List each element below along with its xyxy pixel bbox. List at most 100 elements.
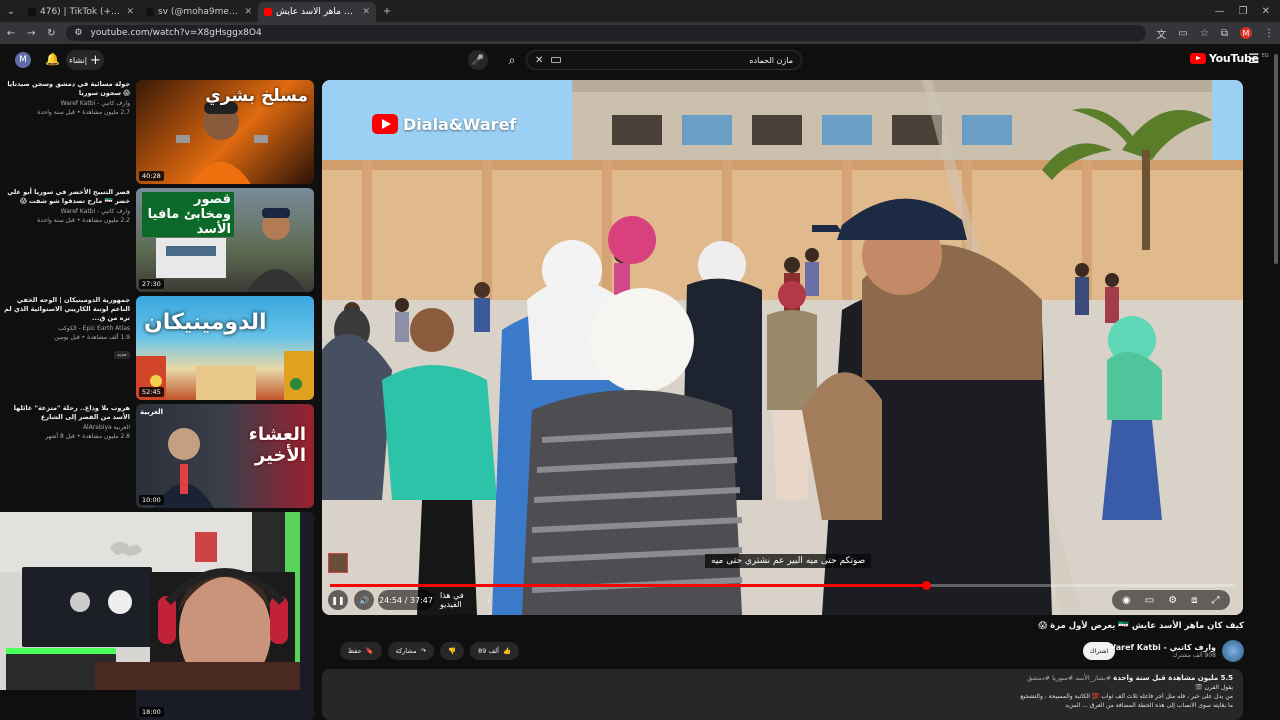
video-duration: 18:00 [139,707,164,717]
recommendation-item[interactable]: هروب بلا وداع.. رحلة "متزعة" عائلها الأس… [0,404,316,508]
video-player[interactable]: Diala&Waref صوتكم حتى ميه البير عم نشتري… [322,80,1243,615]
search-input[interactable]: ✕ مازن الحماده [526,50,802,70]
subtitles-cc-icon[interactable]: ▭ [1145,595,1154,606]
tiktok-icon [146,8,154,16]
recommendation-stats: 2.2 مليون مشاهدة • قبل سنة واحدة [37,217,130,224]
search-query-text: مازن الحماده [749,55,793,65]
watermark-text: Diala&Waref [403,114,517,134]
subscribe-button[interactable]: اشتراك [1083,642,1115,660]
thumbnail-text: الدومينيكان [144,310,267,335]
translate-icon[interactable]: 文 [1156,26,1166,41]
recommendation-channel[interactable]: وارف كاتبي - Waref Katbi [0,100,130,107]
clear-search-icon[interactable]: ✕ [535,55,543,66]
minimize-icon[interactable]: — [1215,6,1225,17]
autoplay-toggle-icon[interactable]: ◉ [1122,595,1131,606]
recommendation-thumbnail[interactable]: قصور ومخابئ مافيا الأسد 27:30 [136,188,314,292]
browser-tab-3[interactable]: كيف كان ماهر الأسد عايش!... ✕ [258,2,376,22]
progress-bar[interactable] [330,581,1235,590]
create-button[interactable]: إنشاء + [66,50,104,70]
video-frame-scene [322,80,1243,615]
player-right-controls: ◉ ▭ ⚙ ⧈ ⤢ [1112,590,1230,610]
bookmark-star-icon[interactable]: ☆ [1200,28,1209,39]
channel-branding-thumbnail[interactable] [328,553,348,573]
miniplayer-icon[interactable]: ⧈ [1191,595,1197,606]
recommendation-item[interactable]: جولة مسائية في دمشق وسجن صيدنايا 😱 سجون … [0,80,316,184]
fullscreen-icon[interactable]: ⤢ [1212,595,1220,606]
close-tab-icon[interactable]: ✕ [126,7,134,17]
reload-icon[interactable]: ↻ [46,28,56,39]
video-actions: حفظ 🔖 مشاركة ↷ 👎 89 ألف 👍 [340,642,520,660]
recommendation-channel[interactable]: العربية AlArabiya [0,424,130,431]
recommendation-channel[interactable]: Epic Earth Atlas - الكوكب [0,325,130,332]
scrollbar-thumb[interactable] [1274,54,1278,264]
thumbs-down-icon: 👎 [448,647,457,655]
chapter-button[interactable]: في هذا الفيديو › [440,590,490,610]
recommendation-title[interactable]: هروب بلا وداع.. رحلة "متزعة" عائلها الأس… [0,404,130,422]
webcam-overlay [0,512,300,690]
new-tab-icon[interactable]: + [376,0,398,22]
keyboard-icon[interactable] [551,57,562,63]
recommendation-stats: 1.9 ألف مشاهدة • قبل يومين [54,334,130,341]
channel-name[interactable]: وارف كاتبي - Waref Katbi [1107,643,1216,652]
page-scrollbar[interactable] [1272,44,1280,720]
youtube-header: M 🔔 إنشاء + 🎤 ⌕ ✕ مازن الحماده YouTube E… [0,44,1280,76]
video-duration: 40:28 [139,171,164,181]
close-tab-icon[interactable]: ✕ [244,7,252,17]
volume-button[interactable]: 🔊 [354,590,374,610]
profile-icon[interactable]: M [1239,27,1252,39]
close-tab-icon[interactable]: ✕ [362,7,370,17]
recommendation-stats: 2.7 مليون مشاهدة • قبل سنة واحدة [37,109,130,116]
close-window-icon[interactable]: ✕ [1262,6,1270,17]
tiktok-icon [28,8,36,16]
thumbnail-text: قصور ومخابئ مافيا الأسد [142,192,234,237]
browser-tab-strip: ⌄ 476) | TikTok ارطن بيجي (99+) ✕ sv (@m… [0,0,1280,22]
cast-icon[interactable]: ▭ [1178,28,1187,39]
recommendation-title[interactable]: جمهورية الدومينيكان | الوجه الخفي الناعم… [0,296,130,323]
maximize-icon[interactable]: ❐ [1239,6,1248,17]
recommendation-stats: 2.8 مليون مشاهدة • قبل 8 أشهر [45,433,130,440]
browser-toolbar: ← → ↻ ⚙ youtube.com/watch?v=X8gHsggx8O4 … [0,22,1280,44]
url-text: youtube.com/watch?v=X8gHsggx8O4 [90,28,262,38]
recommendation-title[interactable]: قصر التنبيح الأخضر في سوريا أبو علي خضر … [0,188,130,206]
description-stats: 5.5 مليون مشاهدة قبل سنة واحدة [1113,674,1233,682]
chrome-menu-icon[interactable]: ⋮ [1264,28,1274,39]
extensions-icon[interactable]: ⧉ [1221,28,1228,39]
like-button[interactable]: 89 ألف 👍 [470,642,520,660]
tab-search-icon[interactable]: ⌄ [0,0,22,22]
video-duration: 52:45 [139,387,164,397]
recommendation-channel[interactable]: وارف كاتبي - Waref Katbi [0,208,130,215]
account-avatar[interactable]: M [15,52,31,68]
recommendation-title[interactable]: جولة مسائية في دمشق وسجن صيدنايا 😱 سجون … [0,80,130,98]
browser-tab-2[interactable]: sv (@moha9med52) | TikTok ✕ [140,2,258,22]
share-arrow-icon: ↷ [420,647,427,655]
video-description[interactable]: 5.5 مليون مشاهدة قبل سنة واحدة #بشار_الأ… [322,669,1243,720]
browser-tab-1[interactable]: 476) | TikTok ارطن بيجي (99+) ✕ [22,2,140,22]
recommendation-meta: جولة مسائية في دمشق وسجن صيدنايا 😱 سجون … [0,80,132,116]
bookmark-icon: 🔖 [365,647,374,655]
toolbar-icons: 文 ▭ ☆ ⧉ M ⋮ [1156,26,1274,41]
forward-icon[interactable]: → [26,28,36,39]
recommendation-thumbnail[interactable]: العربية العشاء الأخير 10:00 [136,404,314,508]
like-count: 89 ألف [478,647,499,655]
site-info-icon[interactable]: ⚙ [74,28,82,38]
back-icon[interactable]: ← [6,28,16,39]
settings-gear-icon[interactable]: ⚙ [1168,595,1177,606]
search-icon[interactable]: ⌕ [500,50,524,70]
progress-fill [330,584,927,587]
recommendation-item[interactable]: جمهورية الدومينيكان | الوجه الخفي الناعم… [0,296,316,400]
pause-button[interactable]: ❚❚ [328,590,348,610]
youtube-play-icon [1190,53,1206,64]
dislike-button[interactable]: 👎 [440,642,465,660]
recommendation-thumbnail[interactable]: الدومينيكان 52:45 [136,296,314,400]
description-tags[interactable]: #بشار_الأسد #سوريا #دمشق [1027,674,1111,682]
save-button[interactable]: حفظ 🔖 [340,642,382,660]
youtube-icon [264,8,272,16]
recommendation-thumbnail[interactable]: مسلخ بشري 40:28 [136,80,314,184]
share-button[interactable]: مشاركة ↷ [387,642,435,660]
voice-search-mic-icon[interactable]: 🎤 [468,50,488,70]
recommendation-item[interactable]: قصر التنبيح الأخضر في سوريا أبو علي خضر … [0,188,316,292]
notifications-bell-icon[interactable]: 🔔 [45,52,60,66]
channel-avatar[interactable] [1222,640,1244,662]
guide-menu-icon[interactable]: ☰ [1248,52,1260,67]
address-bar[interactable]: ⚙ youtube.com/watch?v=X8gHsggx8O4 [66,25,1147,41]
